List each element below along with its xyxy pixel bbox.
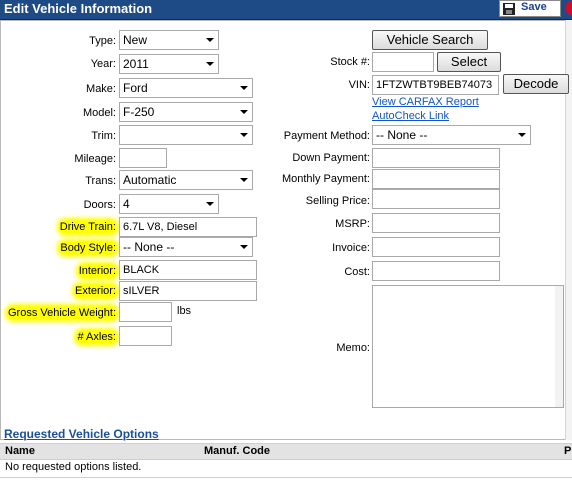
doors-value: 4: [123, 197, 130, 211]
requested-options-title[interactable]: Requested Vehicle Options: [4, 427, 159, 441]
chevron-down-icon: [236, 171, 252, 189]
model-label: Model:: [82, 107, 116, 119]
carfax-link[interactable]: View CARFAX Report: [372, 96, 479, 108]
interior-input[interactable]: BLACK: [119, 260, 257, 280]
type-label: Type:: [89, 35, 116, 47]
vehicle-search-button[interactable]: Vehicle Search: [372, 30, 488, 50]
year-label: Year:: [90, 58, 116, 70]
trans-label: Trans:: [85, 175, 116, 187]
gvw-input[interactable]: [119, 302, 172, 322]
payment-method-select[interactable]: -- None --: [372, 125, 531, 145]
options-table-header: Name Manuf. Code P: [0, 443, 572, 460]
chevron-down-icon: [236, 126, 252, 144]
body-style-value: -- None --: [123, 240, 175, 254]
chevron-down-icon: [514, 126, 530, 144]
stock-input[interactable]: [372, 52, 434, 72]
column-manuf-code: Manuf. Code: [204, 445, 270, 457]
window-title: Edit Vehicle Information: [4, 1, 153, 16]
selling-price-input[interactable]: [372, 189, 500, 209]
chevron-down-icon: [236, 79, 252, 97]
chevron-down-icon: [236, 103, 252, 121]
vin-input[interactable]: 1FTZWTBT9BEB74073: [372, 75, 499, 95]
exterior-label: Exterior:: [75, 285, 116, 297]
type-select[interactable]: New: [119, 30, 219, 50]
vin-label: VIN:: [348, 79, 370, 91]
selling-price-label: Selling Price:: [305, 195, 370, 207]
year-select[interactable]: 2011: [119, 54, 219, 74]
trim-select[interactable]: [119, 125, 253, 145]
mileage-label: Mileage:: [74, 153, 116, 165]
payment-method-label: Payment Method:: [283, 130, 370, 142]
gvw-label: Gross Vehicle Weight:: [7, 307, 116, 319]
monthly-payment-label: Monthly Payment:: [281, 173, 370, 185]
trim-label: Trim:: [91, 130, 116, 142]
decode-button[interactable]: Decode: [503, 74, 569, 94]
body-style-select[interactable]: -- None --: [119, 237, 253, 257]
chevron-down-icon: [202, 31, 218, 49]
chevron-down-icon: [236, 238, 252, 256]
msrp-label: MSRP:: [335, 218, 370, 230]
column-p: P: [564, 445, 572, 457]
chevron-down-icon: [202, 55, 218, 73]
axles-input[interactable]: [119, 326, 172, 346]
select-button[interactable]: Select: [437, 52, 501, 72]
close-icon[interactable]: [565, 1, 572, 15]
doors-select[interactable]: 4: [119, 194, 219, 214]
model-value: F-250: [123, 105, 155, 119]
down-payment-input[interactable]: [372, 148, 500, 168]
divider: [0, 477, 572, 478]
save-button[interactable]: Save: [499, 0, 561, 17]
cost-input[interactable]: [372, 261, 500, 281]
title-bar: Edit Vehicle Information: [0, 0, 572, 20]
invoice-label: Invoice:: [332, 242, 370, 254]
monthly-payment-input[interactable]: [372, 169, 500, 189]
year-value: 2011: [123, 57, 149, 71]
doors-label: Doors:: [83, 199, 116, 211]
stock-label: Stock #:: [330, 56, 370, 68]
memo-label: Memo:: [336, 342, 370, 354]
body-style-label: Body Style:: [60, 242, 116, 254]
memo-scrollbar[interactable]: [555, 286, 563, 407]
make-label: Make:: [86, 83, 116, 95]
invoice-input[interactable]: [372, 237, 500, 257]
type-value: New: [123, 33, 148, 47]
axles-label: # Axles:: [77, 331, 116, 343]
drive-train-label: Drive Train:: [59, 221, 116, 233]
mileage-input[interactable]: [119, 148, 167, 168]
interior-label: Interior:: [78, 265, 116, 277]
memo-textarea[interactable]: [372, 285, 564, 408]
make-value: Ford: [123, 81, 148, 95]
msrp-input[interactable]: [372, 213, 500, 233]
autocheck-link[interactable]: AutoCheck Link: [372, 110, 449, 122]
make-select[interactable]: Ford: [119, 78, 253, 98]
model-select[interactable]: F-250: [119, 102, 253, 122]
drive-train-input[interactable]: 6.7L V8, Diesel: [119, 217, 257, 237]
column-name: Name: [5, 445, 35, 457]
save-button-label: Save: [521, 1, 547, 13]
chevron-down-icon: [202, 195, 218, 213]
cost-label: Cost:: [344, 266, 370, 278]
trans-value: Automatic: [123, 173, 177, 187]
trans-select[interactable]: Automatic: [119, 170, 253, 190]
gvw-unit: lbs: [177, 305, 192, 317]
exterior-input[interactable]: sILVER: [119, 281, 257, 301]
payment-method-value: -- None --: [376, 128, 428, 142]
floppy-disk-icon: [503, 3, 515, 15]
options-empty-text: No requested options listed.: [5, 461, 142, 473]
down-payment-label: Down Payment:: [292, 152, 370, 164]
